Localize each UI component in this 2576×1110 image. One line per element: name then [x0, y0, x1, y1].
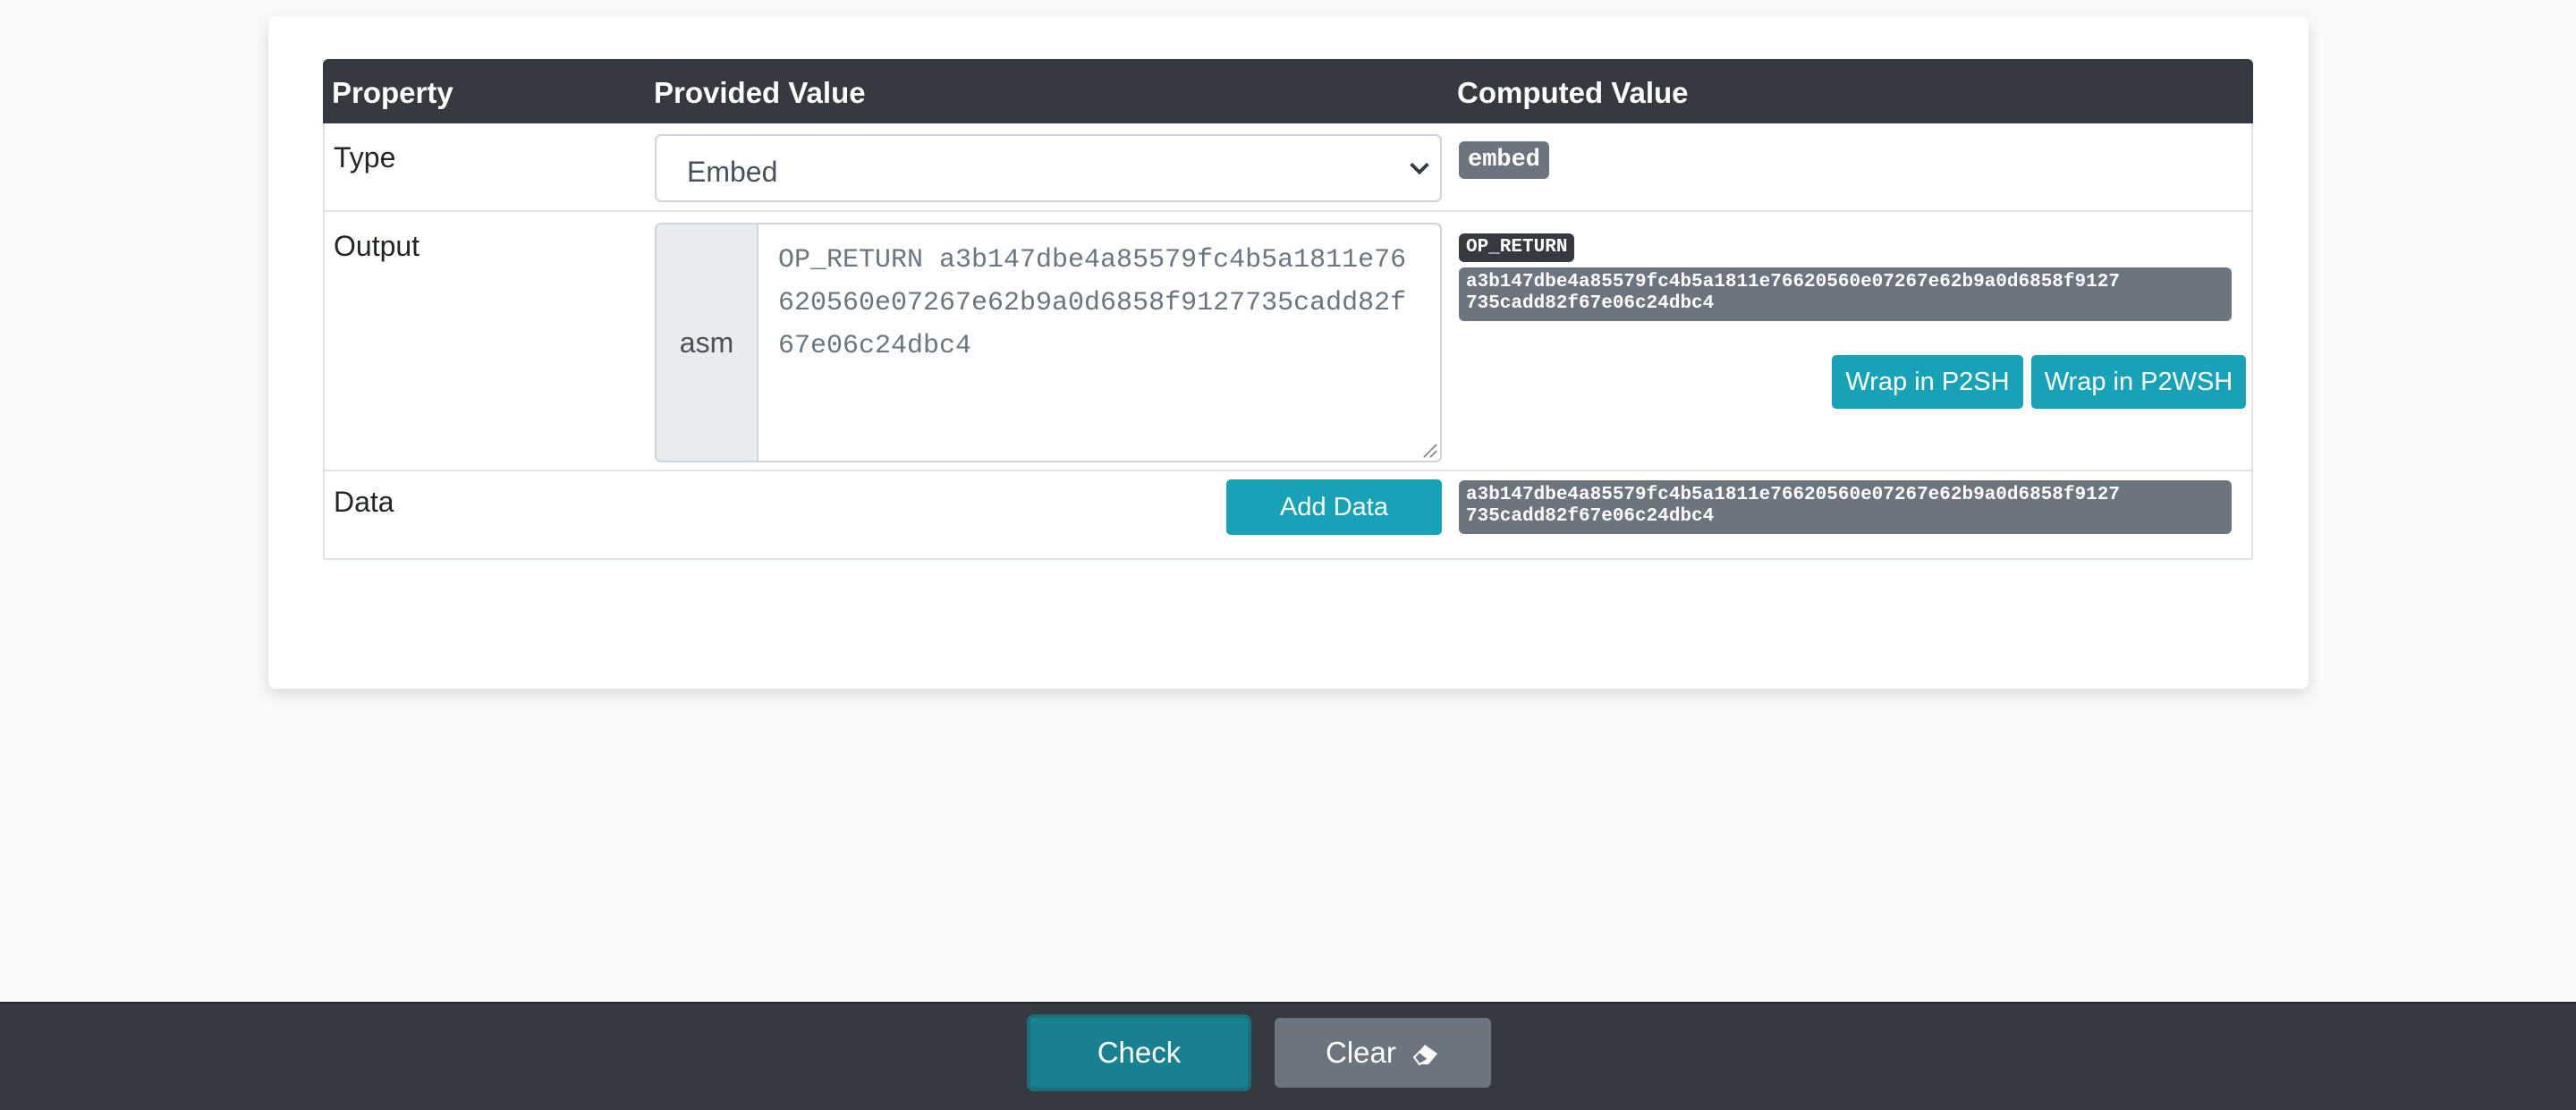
- output-hex-line-2: 735cadd82f67e06c24dbc4: [1466, 293, 1715, 314]
- output-label: Output: [334, 230, 420, 262]
- table-header: Property Provided Value Computed Value: [323, 59, 2253, 123]
- data-hex-line-1: a3b147dbe4a85579fc4b5a1811e76620560e0726…: [1466, 485, 2120, 505]
- computed-type-badge: embed: [1459, 141, 1550, 179]
- data-hex-badge: a3b147dbe4a85579fc4b5a1811e76620560e0726…: [1459, 480, 2232, 534]
- eraser-icon: [1412, 1045, 1438, 1066]
- header-computed-value: Computed Value: [1457, 76, 1689, 109]
- table-row-data: Data Add Data a3b147dbe4a85579fc4b5a1811…: [323, 471, 2253, 560]
- type-select-value: Embed: [687, 156, 778, 188]
- op-return-badge: OP_RETURN: [1459, 233, 1575, 262]
- chevron-down-icon: [1410, 162, 1429, 175]
- type-select[interactable]: Embed: [655, 134, 1442, 202]
- data-label: Data: [334, 486, 394, 518]
- asm-prefix-label: asm: [655, 223, 757, 462]
- clear-button-label: Clear: [1325, 1036, 1396, 1069]
- check-button[interactable]: Check: [1027, 1014, 1251, 1091]
- header-property: Property: [332, 76, 453, 109]
- resize-handle-icon[interactable]: [1422, 443, 1438, 459]
- add-data-button[interactable]: Add Data: [1226, 479, 1442, 535]
- data-hex-line-2: 735cadd82f67e06c24dbc4: [1466, 506, 1715, 527]
- output-hex-badge: a3b147dbe4a85579fc4b5a1811e76620560e0726…: [1459, 267, 2232, 321]
- wrap-p2wsh-button[interactable]: Wrap in P2WSH: [2031, 355, 2246, 409]
- footer-bar: Check Clear: [0, 1002, 2576, 1110]
- output-hex-line-1: a3b147dbe4a85579fc4b5a1811e76620560e0726…: [1466, 272, 2120, 292]
- clear-button[interactable]: Clear: [1275, 1018, 1491, 1088]
- table-row-output: Output asm OP_RETURN a3b147dbe4a85579fc4…: [323, 212, 2253, 471]
- asm-textarea[interactable]: OP_RETURN a3b147dbe4a85579fc4b5a1811e766…: [757, 223, 1442, 462]
- wrap-p2sh-button[interactable]: Wrap in P2SH: [1832, 355, 2023, 409]
- table-row-type: Type Embed embed: [323, 123, 2253, 212]
- header-provided-value: Provided Value: [654, 76, 866, 109]
- asm-input-group: asm OP_RETURN a3b147dbe4a85579fc4b5a1811…: [655, 223, 1442, 462]
- type-label: Type: [334, 141, 396, 174]
